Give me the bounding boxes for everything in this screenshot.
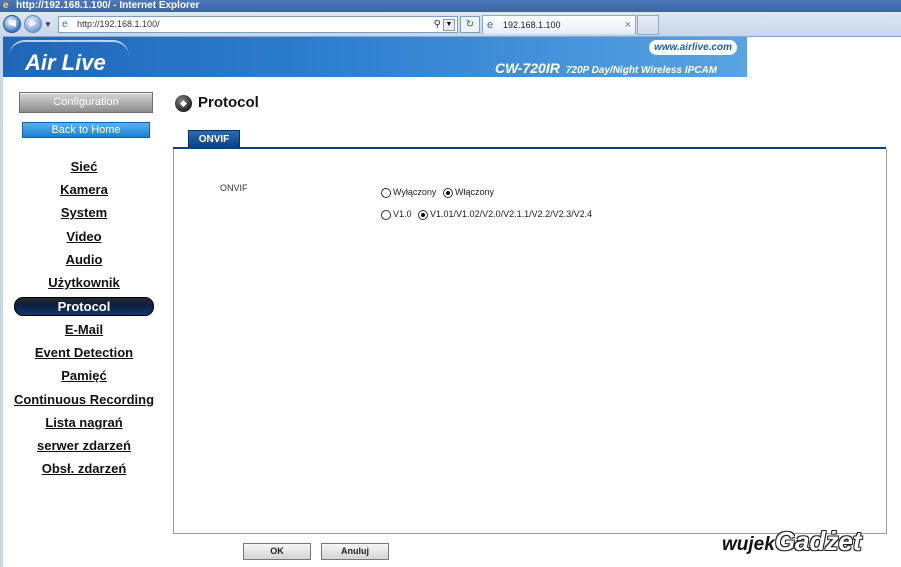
window-left-border [0, 36, 3, 567]
tab-title: 192.168.1.100 [503, 20, 561, 30]
sidebar-item-email[interactable]: E-Mail [0, 321, 168, 339]
forward-arrow-icon[interactable]: ▶ [24, 15, 42, 33]
sidebar-item-serwer-zdarzen[interactable]: serwer zdarzeń [0, 437, 168, 455]
history-dropdown-icon[interactable]: ▼ [44, 20, 52, 29]
sidebar-item-obsl-zdarzen[interactable]: Obsł. zdarzeń [0, 460, 168, 478]
tab-favicon-icon: e [487, 19, 494, 31]
sidebar-item-video[interactable]: Video [0, 228, 168, 246]
sidebar-item-pamiec[interactable]: Pamięć [0, 367, 168, 385]
cancel-button[interactable]: Anuluj [321, 543, 389, 560]
sidebar-item-siec[interactable]: Sieć [0, 158, 168, 176]
sidebar-item-protocol[interactable]: Protocol [14, 297, 154, 316]
model-name: CW-720IR [495, 60, 560, 76]
navigation-bar: ◀ ▶ ▼ e http://192.168.1.100/ ⚲ ▼ ↻ e 19… [0, 12, 901, 37]
onvif-label: ONVIF [220, 183, 248, 193]
tab-onvif[interactable]: ONVIF [188, 130, 240, 148]
watermark-logo: wujekGadżet [722, 526, 862, 557]
model-title: CW-720IR 720P Day/Night Wireless IPCAM [495, 60, 717, 77]
window-titlebar: e http://192.168.1.100/ - Internet Explo… [0, 0, 901, 12]
onvif-version-options: V1.0 V1.01/V1.02/V2.0/V2.1.1/V2.2/V2.3/V… [381, 208, 596, 220]
version-v10-option[interactable]: V1.0 [381, 208, 412, 220]
brand-logo: Air Live [25, 50, 106, 75]
onvif-enabled-radio[interactable] [442, 187, 453, 198]
close-tab-icon[interactable]: × [625, 16, 631, 34]
window-title: http://192.168.1.100/ - Internet Explore… [16, 0, 200, 11]
watermark-part1: wujek [722, 534, 775, 555]
watermark-part2: Gadżet [774, 526, 862, 556]
ok-button[interactable]: OK [243, 543, 311, 560]
back-to-home-button[interactable]: Back to Home [22, 122, 150, 138]
onvif-enabled-label: Włączony [454, 187, 494, 197]
website-badge: www.airlive.com [649, 40, 737, 55]
version-v2-label: V1.01/V1.02/V2.0/V2.1.1/V2.2/V2.3/V2.4 [430, 209, 593, 219]
back-arrow-icon[interactable]: ◀ [3, 15, 21, 33]
version-v10-label: V1.0 [393, 209, 412, 219]
browser-tab[interactable]: e 192.168.1.100 × [482, 15, 636, 34]
configuration-button[interactable]: Configuration [19, 92, 153, 113]
new-tab-button[interactable] [637, 15, 659, 35]
model-description: 720P Day/Night Wireless IPCAM [565, 65, 718, 76]
onvif-disabled-option[interactable]: Wyłączony [381, 186, 436, 198]
address-dropdown-icon[interactable]: ▼ [443, 19, 455, 31]
protocol-icon: ◆ [175, 95, 192, 112]
search-icon[interactable]: ⚲ [434, 17, 441, 32]
sidebar-item-event-detection[interactable]: Event Detection [0, 344, 168, 362]
address-url[interactable]: http://192.168.1.100/ [77, 17, 160, 32]
onvif-enabled-option[interactable]: Włączony [442, 186, 494, 198]
version-v2-radio[interactable] [418, 209, 429, 220]
version-v10-radio[interactable] [381, 209, 391, 220]
address-bar[interactable]: e http://192.168.1.100/ ⚲ ▼ [58, 16, 458, 33]
onvif-state-options: Wyłączony Włączony [381, 186, 498, 198]
sidebar-item-continuous-recording[interactable]: Continuous Recording [0, 391, 168, 409]
refresh-icon[interactable]: ↻ [460, 16, 480, 33]
page-icon: e [62, 19, 68, 30]
header-banner: Air Live www.airlive.com CW-720IR 720P Da… [3, 37, 747, 77]
version-v2-option[interactable]: V1.01/V1.02/V2.0/V2.1.1/V2.2/V2.3/V2.4 [418, 208, 592, 220]
sidebar-item-system[interactable]: System [0, 204, 168, 222]
sidebar-item-lista-nagran[interactable]: Lista nagrań [0, 414, 168, 432]
settings-panel [173, 149, 887, 534]
onvif-disabled-radio[interactable] [381, 187, 391, 198]
sidebar-item-audio[interactable]: Audio [0, 251, 168, 269]
onvif-disabled-label: Wyłączony [393, 187, 437, 197]
page-title: Protocol [198, 94, 259, 111]
sidebar-item-kamera[interactable]: Kamera [0, 181, 168, 199]
sidebar-item-uzytkownik[interactable]: Użytkownik [0, 274, 168, 292]
ie-logo-icon: e [3, 0, 9, 11]
